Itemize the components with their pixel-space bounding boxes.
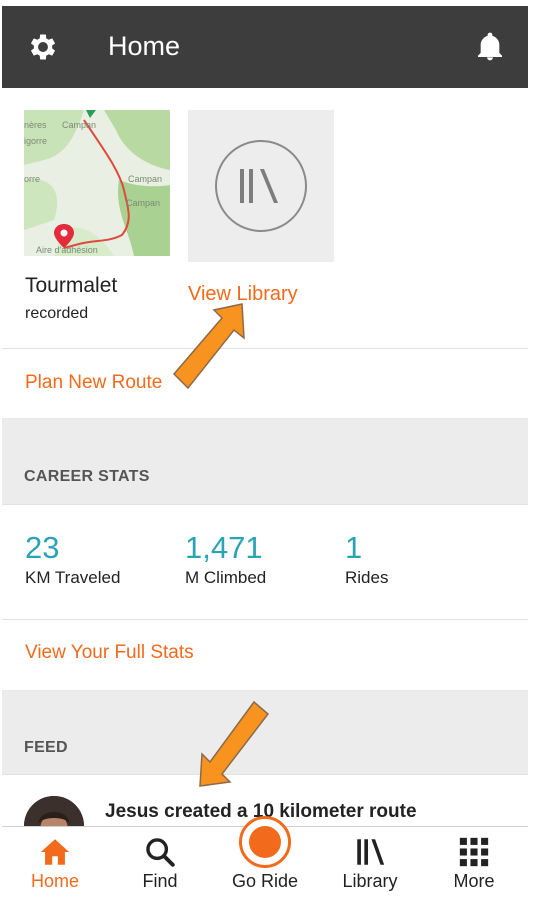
map-label: orre [24,174,40,184]
feed-header: FEED [2,690,528,774]
page-title: Home [108,31,181,61]
route-status: recorded [25,305,89,322]
library-icon [240,169,278,203]
divider [2,774,528,775]
stat-value: 23 [25,530,60,565]
stat-label: KM Traveled [25,568,121,587]
divider [2,619,528,620]
stat-rides: 1 Rides [345,530,388,588]
app-bar: Home [2,6,528,88]
stat-label: Rides [345,568,389,587]
map-image: nères Campan igorre orre Campan Campan A… [24,110,170,256]
go-ride-button[interactable] [239,816,291,868]
nav-home[interactable]: Home [5,827,105,894]
gear-icon[interactable] [26,30,60,64]
grid-icon [459,837,489,867]
map-label: Aire d'adhésion [36,245,98,255]
stat-label: M Climbed [185,568,267,587]
nav-label: Library [342,871,398,891]
nav-find[interactable]: Find [110,827,210,894]
plan-new-route-link[interactable]: Plan New Route [25,372,162,394]
library-circle [215,140,307,232]
nav-more[interactable]: More [424,827,524,894]
nav-library[interactable]: Library [320,827,420,894]
stat-m-climbed: 1,471 M Climbed [185,530,266,588]
section-label-feed: FEED [24,739,68,756]
search-icon [146,838,175,867]
map-label: Campan [126,198,160,208]
view-library-link[interactable]: View Library [188,283,298,306]
map-label: Campan [128,174,162,184]
bell-icon[interactable] [474,30,506,64]
section-label-career-stats: CAREER STATS [24,468,150,485]
nav-label: Find [142,871,178,891]
nav-label: Go Ride [231,871,299,891]
nav-label: More [453,871,495,891]
home-icon [40,839,70,865]
route-map-thumbnail[interactable]: nères Campan igorre orre Campan Campan A… [24,110,170,256]
divider [2,504,528,505]
route-name[interactable]: Tourmalet [25,274,117,298]
map-label: Campan [62,120,96,130]
stat-value: 1,471 [185,530,263,565]
divider [2,348,528,349]
library-icon [357,839,385,865]
career-stats-header: CAREER STATS [2,418,528,504]
nav-label: Home [30,871,79,891]
record-icon [249,826,281,858]
home-screen: Home nères Campan igorre orre Campan Cam… [2,6,528,894]
map-label: igorre [24,136,47,146]
stat-km-traveled: 23 KM Traveled [25,530,120,588]
view-full-stats-link[interactable]: View Your Full Stats [25,642,194,664]
stat-value: 1 [345,530,363,565]
map-label: nères [24,120,47,130]
library-card[interactable] [188,110,334,262]
